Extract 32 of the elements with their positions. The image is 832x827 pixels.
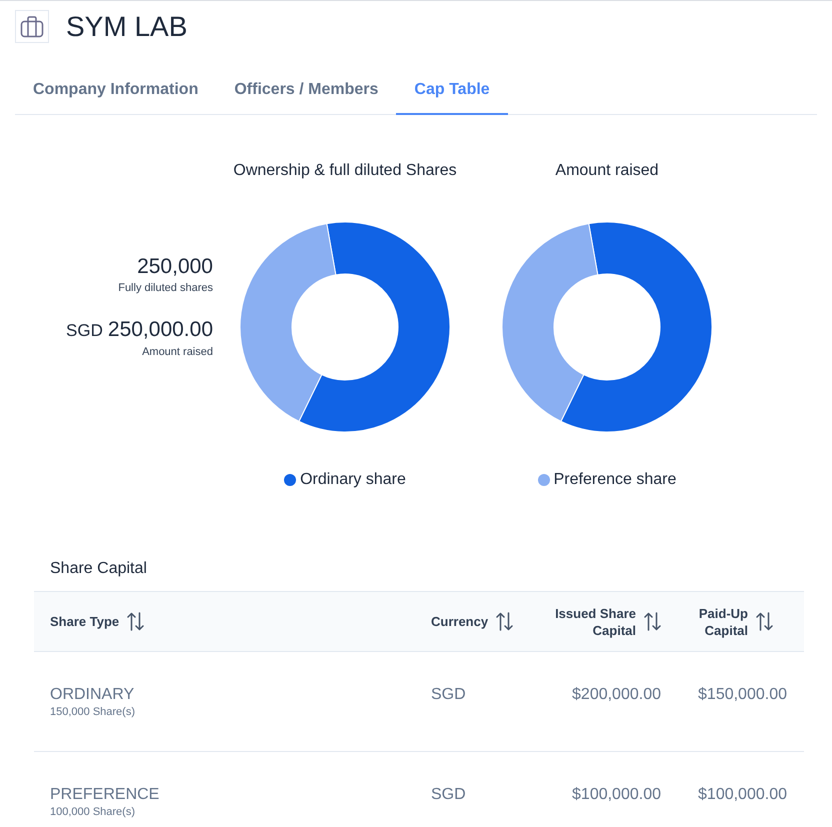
table-cell: SGD	[431, 685, 466, 705]
share-type: PREFERENCE	[50, 785, 160, 805]
briefcase-icon	[15, 10, 49, 43]
sort-icon[interactable]	[127, 612, 144, 631]
table-cell: $150,000.00	[698, 685, 787, 705]
sort-icon[interactable]	[756, 612, 773, 631]
legend-label: Preference share	[554, 470, 676, 490]
sort-icon[interactable]	[644, 612, 661, 631]
share-count: 100,000 Share(s)	[50, 805, 135, 819]
summary-caption: Amount raised	[142, 345, 213, 359]
tab[interactable]: Officers / Members	[216, 67, 396, 115]
table-cell: $100,000.00	[698, 785, 787, 805]
sort-icon[interactable]	[496, 612, 514, 631]
summary-caption: Fully diluted shares	[118, 281, 213, 295]
tab[interactable]: Company Information	[15, 67, 216, 115]
chart-title: Amount raised	[555, 161, 659, 181]
company-title: SYM LAB	[66, 10, 188, 43]
column-header: Share Type	[50, 613, 120, 630]
column-header: Paid-Up Capital	[698, 604, 748, 638]
summary-value: 250,000	[137, 255, 213, 279]
table-cell: $100,000.00	[572, 785, 661, 805]
share-count: 150,000 Share(s)	[50, 705, 135, 719]
chart-title: Ownership & full diluted Shares	[233, 161, 457, 181]
summary-value: SGD 250,000.00	[66, 318, 213, 343]
share-type: ORDINARY	[50, 685, 134, 705]
table-cell: SGD	[431, 785, 466, 805]
legend-label: Ordinary share	[300, 470, 406, 490]
tab[interactable]: Cap Table	[396, 67, 508, 115]
table-cell: $200,000.00	[572, 685, 661, 705]
column-header: Issued Share Capital	[554, 604, 636, 638]
section-title: Share Capital	[50, 559, 147, 579]
column-header: Currency	[431, 613, 488, 630]
